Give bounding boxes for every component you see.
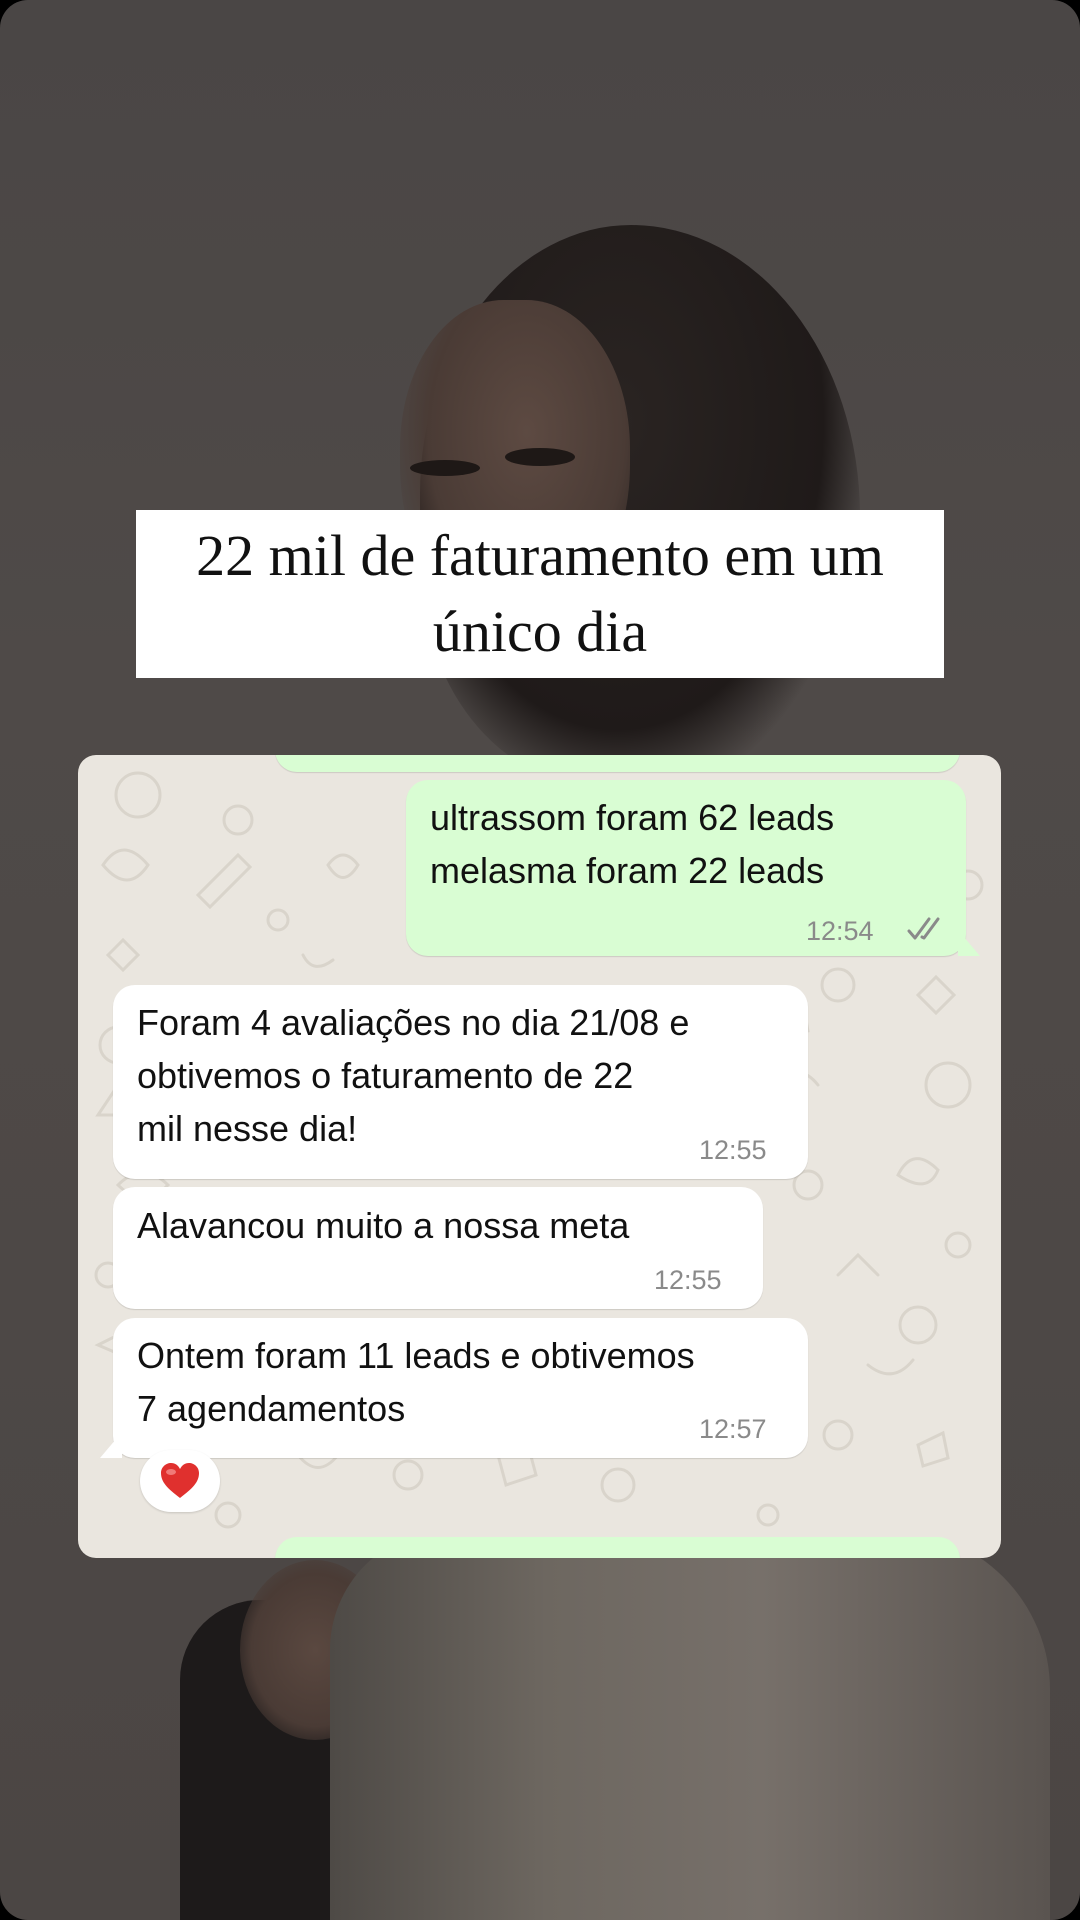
background-jacket-shape	[330, 1530, 1050, 1920]
bubble-tail-incoming	[100, 1432, 122, 1458]
message-time: 12:55	[699, 1135, 767, 1165]
message-bubble-outgoing-partial	[275, 1537, 960, 1558]
message-time: 12:54	[806, 916, 874, 946]
message-bubble-incoming[interactable]: Foram 4 avaliações no dia 21/08 e obtive…	[113, 985, 808, 1179]
message-time: 12:57	[699, 1414, 767, 1444]
story-background-photo: 22 mil de faturamento em um único dia ul…	[0, 0, 1080, 1920]
caption-box: 22 mil de faturamento em um único dia	[136, 510, 944, 678]
caption-text: 22 mil de faturamento em um único dia	[196, 523, 884, 664]
bubble-tail-outgoing	[958, 930, 980, 956]
background-eye-shape	[505, 448, 575, 466]
background-eye-shape	[410, 460, 480, 476]
message-time: 12:55	[654, 1265, 722, 1295]
heart-icon	[161, 1463, 199, 1498]
message-reaction[interactable]	[140, 1450, 220, 1512]
message-bubble-incoming[interactable]: Alavancou muito a nossa meta 12:55	[113, 1187, 763, 1309]
read-ticks-icon	[907, 917, 940, 940]
chat-screenshot: ultrassom foram 62 leads melasma foram 2…	[78, 755, 1001, 1558]
message-bubble-incoming[interactable]: Ontem foram 11 leads e obtivemos 7 agend…	[113, 1318, 808, 1458]
message-text: Alavancou muito a nossa meta	[137, 1205, 630, 1246]
message-text: Foram 4 avaliações no dia 21/08 e obtive…	[137, 1002, 690, 1149]
message-bubble-outgoing[interactable]: ultrassom foram 62 leads melasma foram 2…	[406, 780, 966, 956]
message-text: Ontem foram 11 leads e obtivemos 7 agend…	[137, 1335, 695, 1429]
message-text: ultrassom foram 62 leads melasma foram 2…	[430, 797, 835, 891]
message-bubble-outgoing-partial	[275, 755, 960, 772]
